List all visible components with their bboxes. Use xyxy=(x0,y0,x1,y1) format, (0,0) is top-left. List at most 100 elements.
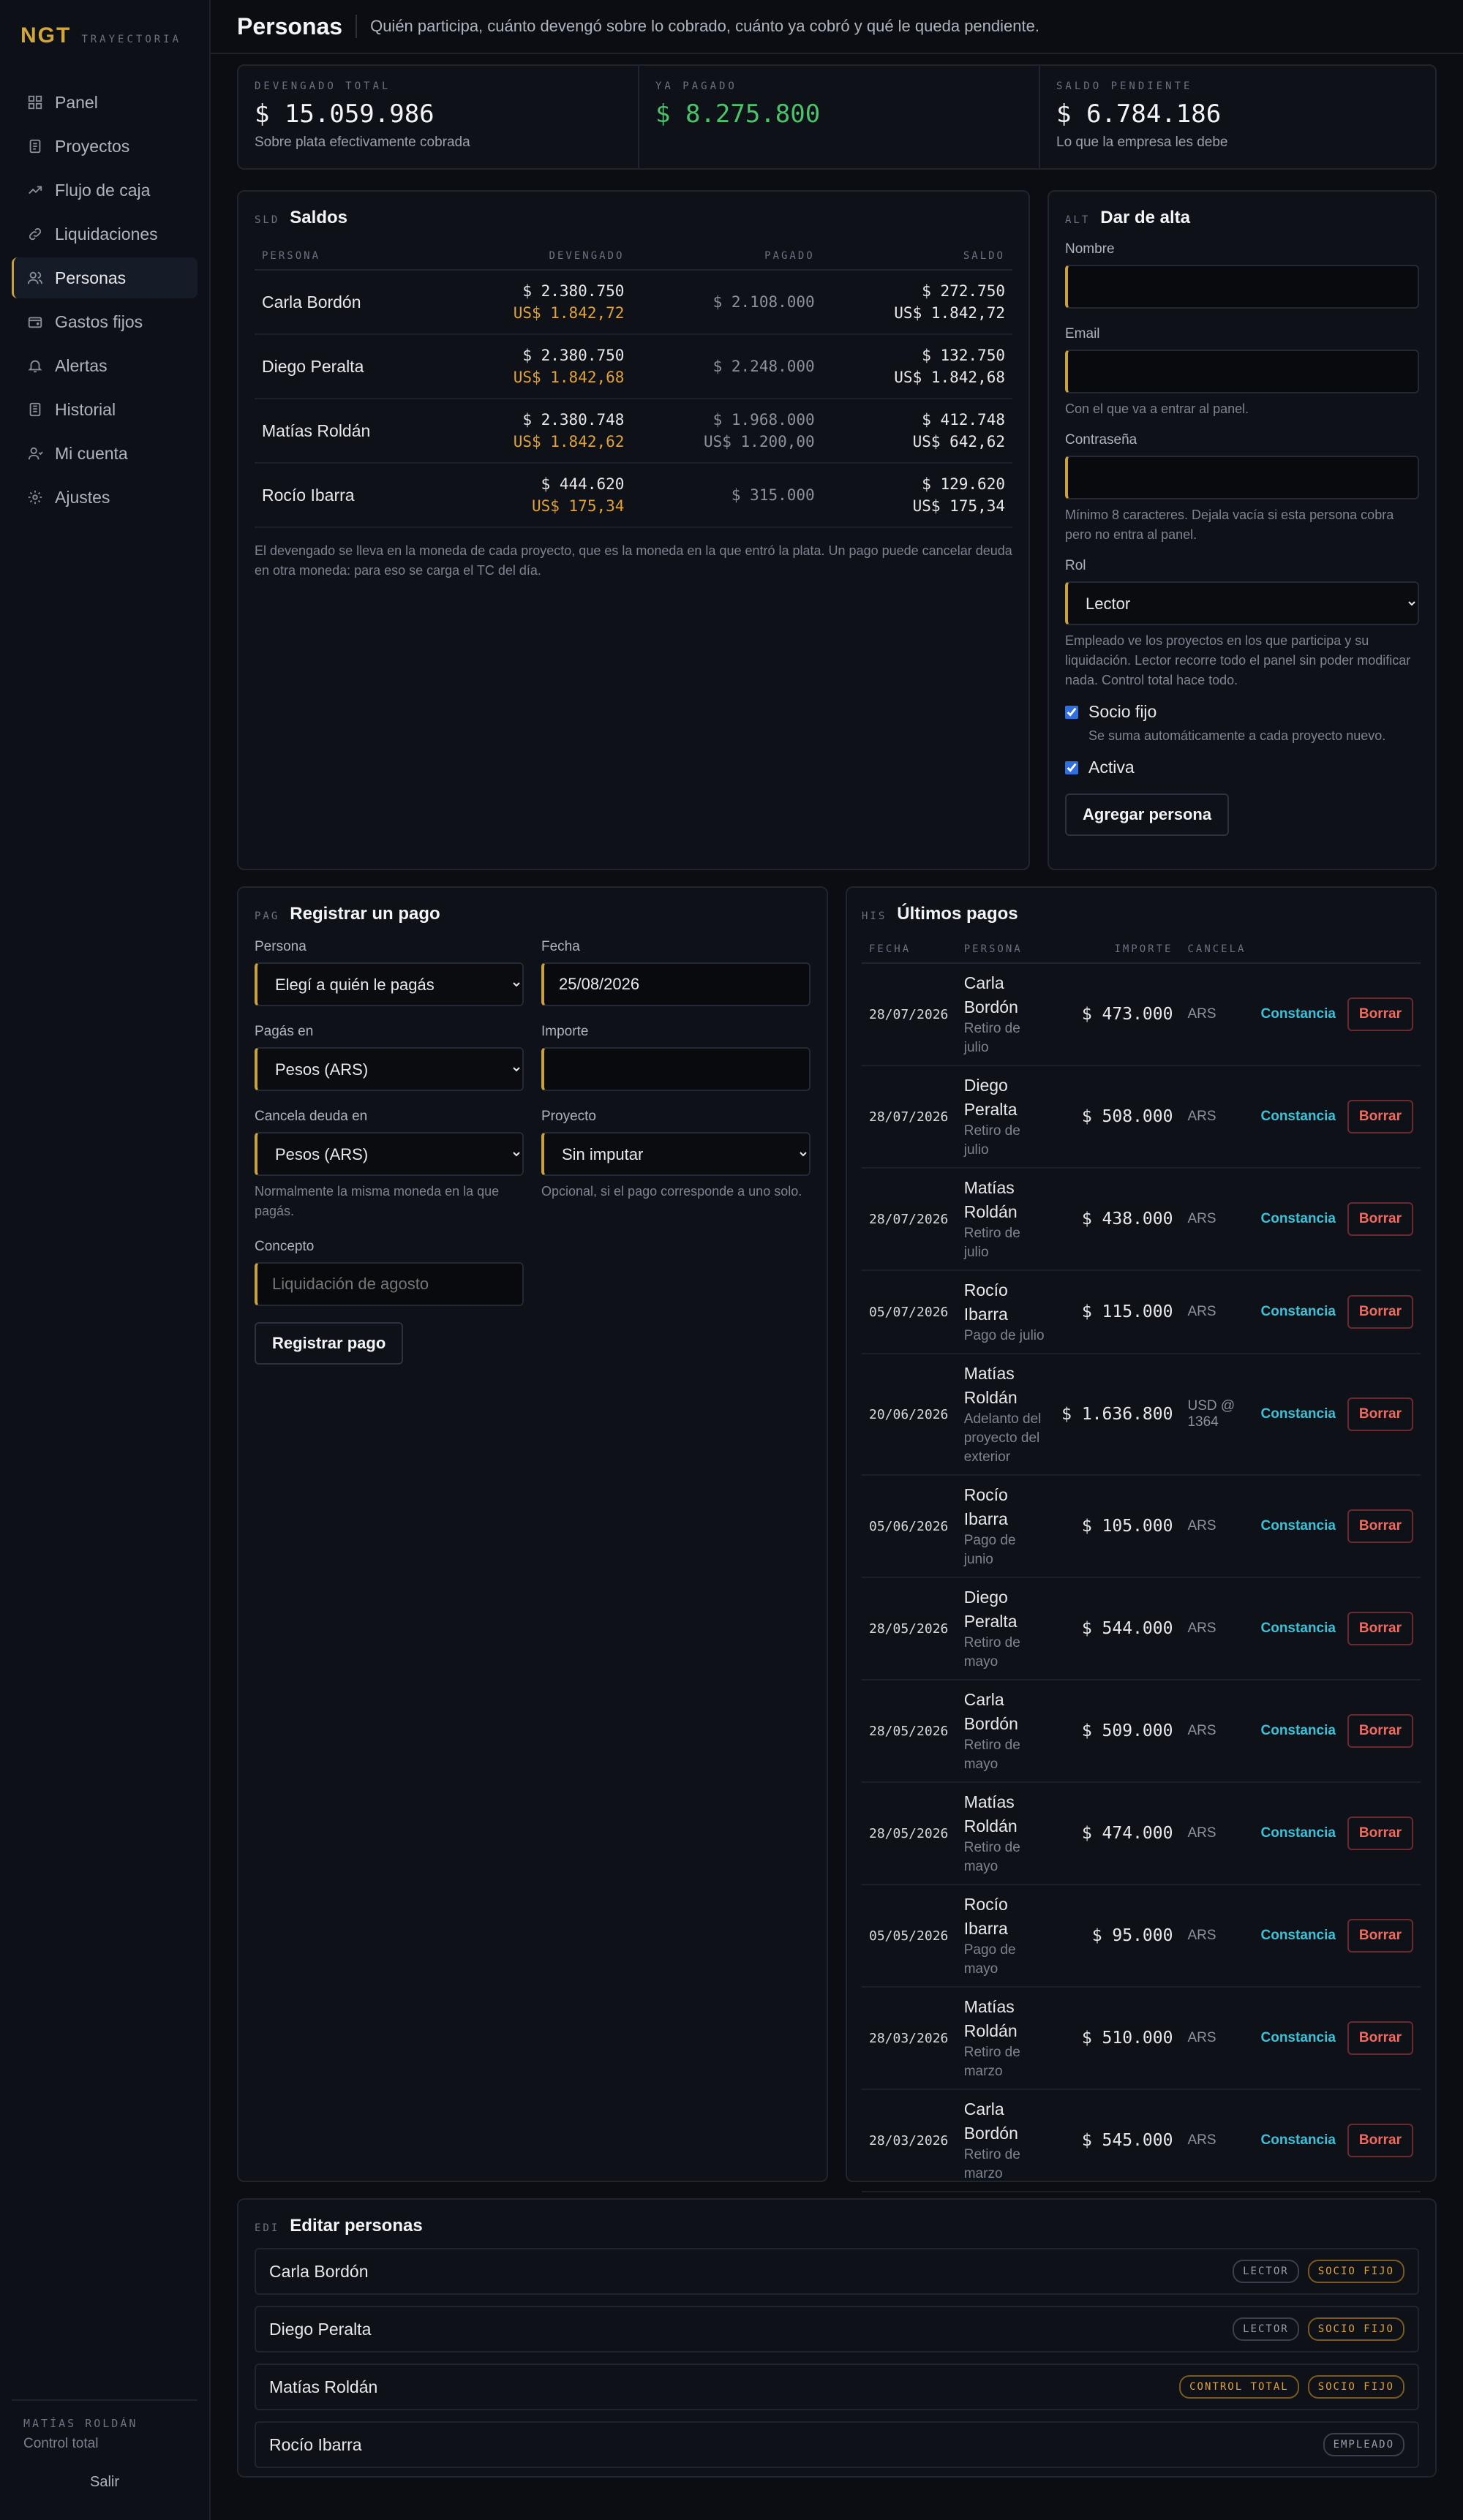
section-code: EDI xyxy=(255,2222,280,2234)
fecha-cell: 28/03/2026 xyxy=(862,2089,957,2192)
devengado-cell: $ 2.380.750 US$ 1.842,68 xyxy=(441,334,632,399)
devengado-cell: $ 2.380.748 US$ 1.842,62 xyxy=(441,399,632,464)
persona-row[interactable]: Rocío Ibarra EMPLEADO xyxy=(255,2421,1419,2468)
constancia-link[interactable]: Constancia xyxy=(1261,1723,1336,1738)
sidebar-item-historial[interactable]: Historial xyxy=(12,389,198,430)
persona-row[interactable]: Carla Bordón LECTOR SOCIO FIJO xyxy=(255,2248,1419,2295)
pagas-en-select[interactable]: Pesos (ARS) xyxy=(255,1047,524,1091)
borrar-button[interactable]: Borrar xyxy=(1347,1397,1413,1431)
section-title: Últimos pagos xyxy=(897,904,1018,924)
borrar-button[interactable]: Borrar xyxy=(1347,1202,1413,1236)
concepto-line: junio xyxy=(963,1552,993,1567)
pagas-en-label: Pagás en xyxy=(255,1024,314,1039)
table-row: 28/05/2026 Carla Bordón Retiro de mayo $ 509.… xyxy=(862,1680,1421,1783)
page-subtitle: Quién participa, cuánto devengó sobre lo… xyxy=(370,17,1039,35)
constancia-link[interactable]: Constancia xyxy=(1261,1406,1336,1422)
borrar-button[interactable]: Borrar xyxy=(1347,1714,1413,1748)
persona-cell: Diego Peralta Retiro de julio xyxy=(956,1065,1055,1169)
socio-fijo-checkbox[interactable] xyxy=(1065,705,1078,719)
wallet-icon xyxy=(27,314,43,330)
sidebar-item-personas[interactable]: Personas xyxy=(12,257,198,298)
borrar-button[interactable]: Borrar xyxy=(1347,1295,1413,1329)
sidebar-item-proyectos[interactable]: Proyectos xyxy=(12,126,198,167)
cancela-label: Cancela deuda en xyxy=(255,1109,368,1124)
fecha-input[interactable] xyxy=(541,962,811,1006)
stat-label: DEVENGADO TOTAL xyxy=(255,80,391,92)
col-cancela: CANCELA xyxy=(1180,936,1254,964)
borrar-button[interactable]: Borrar xyxy=(1347,1100,1413,1133)
activa-checkbox[interactable] xyxy=(1065,761,1078,774)
cancela-cell: ARS xyxy=(1180,1885,1254,1988)
persona-name-line: Ibarra xyxy=(963,1919,1008,1938)
activa-toggle[interactable]: Activa xyxy=(1065,758,1419,777)
constancia-link[interactable]: Constancia xyxy=(1261,1928,1336,1943)
email-input[interactable] xyxy=(1065,350,1419,393)
constancia-link[interactable]: Constancia xyxy=(1261,1211,1336,1226)
stat-value: $ 6.784.186 xyxy=(1056,99,1222,129)
persona-name-line: Peralta xyxy=(963,1612,1018,1631)
fecha-cell: 28/05/2026 xyxy=(862,1680,957,1783)
socio-fijo-toggle[interactable]: Socio fijo xyxy=(1065,702,1419,722)
persona-name-line: Roldán xyxy=(963,1388,1018,1407)
importe-cell: $ 115.000 xyxy=(1054,1270,1181,1354)
persona-row[interactable]: Matías Roldán CONTROL TOTAL SOCIO FIJO xyxy=(255,2364,1419,2410)
constancia-link[interactable]: Constancia xyxy=(1261,2030,1336,2045)
cancela-line: ARS xyxy=(1187,1211,1216,1226)
persona-select[interactable]: Elegí a quién le pagás xyxy=(255,962,524,1006)
borrar-button[interactable]: Borrar xyxy=(1347,1919,1413,1953)
stat-value: $ 8.275.800 xyxy=(655,99,821,129)
stat-note: Lo que la empresa les debe xyxy=(1056,135,1228,150)
persona-cell: Matías Roldán Retiro de marzo xyxy=(956,1987,1055,2090)
constancia-link[interactable]: Constancia xyxy=(1261,1825,1336,1841)
agregar-persona-button[interactable]: Agregar persona xyxy=(1065,793,1230,836)
borrar-button[interactable]: Borrar xyxy=(1347,1817,1413,1850)
importe-cell: $ 105.000 xyxy=(1054,1475,1181,1578)
brand-logo: NGT xyxy=(20,23,72,48)
concepto-line: Retiro de xyxy=(963,1840,1020,1855)
cancela-line: 1364 xyxy=(1187,1414,1219,1430)
borrar-button[interactable]: Borrar xyxy=(1347,997,1413,1031)
fecha-cell: 05/06/2026 xyxy=(862,1475,957,1578)
password-input[interactable] xyxy=(1065,456,1419,499)
sidebar-item-mi-cuenta[interactable]: Mi cuenta xyxy=(12,433,198,474)
persona-row[interactable]: Diego Peralta LECTOR SOCIO FIJO xyxy=(255,2306,1419,2353)
proyecto-select[interactable]: Sin imputar xyxy=(541,1132,811,1176)
importe-cell: $ 95.000 xyxy=(1054,1885,1181,1988)
persona-name-line: Carla xyxy=(963,1690,1004,1709)
sidebar-item-ajustes[interactable]: Ajustes xyxy=(12,477,198,518)
rol-label: Rol xyxy=(1065,558,1086,573)
sidebar-item-flujo-de-caja[interactable]: Flujo de caja xyxy=(12,170,198,211)
cancela-select[interactable]: Pesos (ARS) xyxy=(255,1132,524,1176)
borrar-button[interactable]: Borrar xyxy=(1347,1509,1413,1543)
fecha-cell: 28/05/2026 xyxy=(862,1782,957,1885)
persona-cell: Rocío Ibarra Pago de julio xyxy=(956,1270,1055,1354)
persona-name-line: Roldán xyxy=(963,1202,1018,1221)
constancia-link[interactable]: Constancia xyxy=(1261,1621,1336,1636)
sidebar-item-alertas[interactable]: Alertas xyxy=(12,345,198,386)
nombre-input[interactable] xyxy=(1065,265,1419,309)
borrar-button[interactable]: Borrar xyxy=(1347,1612,1413,1645)
section-code: HIS xyxy=(862,910,887,922)
borrar-button[interactable]: Borrar xyxy=(1347,2021,1413,2055)
registrar-pago-button[interactable]: Registrar pago xyxy=(255,1322,404,1365)
borrar-button[interactable]: Borrar xyxy=(1347,2124,1413,2157)
historial-card: HIS Últimos pagos FECHA PERSONA IMPORTE … xyxy=(846,886,1437,2192)
importe-input[interactable] xyxy=(541,1047,811,1091)
devengado-ars: $ 2.380.750 xyxy=(522,282,625,300)
rol-select[interactable]: Lector xyxy=(1065,581,1419,625)
constancia-link[interactable]: Constancia xyxy=(1261,1006,1336,1022)
socio-fijo-label: Socio fijo xyxy=(1088,702,1157,721)
constancia-link[interactable]: Constancia xyxy=(1261,1109,1336,1124)
user-icon xyxy=(27,445,43,461)
sidebar-item-liquidaciones[interactable]: Liquidaciones xyxy=(12,214,198,254)
constancia-link[interactable]: Constancia xyxy=(1261,1304,1336,1319)
logout-button[interactable]: Salir xyxy=(23,2474,186,2491)
constancia-link[interactable]: Constancia xyxy=(1261,2132,1336,2148)
sidebar-item-label: Personas xyxy=(55,268,127,287)
sidebar-item-panel[interactable]: Panel xyxy=(12,82,198,123)
brand[interactable]: NGT TRAYECTORIA xyxy=(0,0,209,70)
sidebar-item-gastos-fijos[interactable]: Gastos fijos xyxy=(12,301,198,342)
concepto-input[interactable] xyxy=(255,1262,524,1306)
table-row: 28/03/2026 Matías Roldán Retiro de marzo $ 51… xyxy=(862,1987,1421,2090)
constancia-link[interactable]: Constancia xyxy=(1261,1518,1336,1533)
